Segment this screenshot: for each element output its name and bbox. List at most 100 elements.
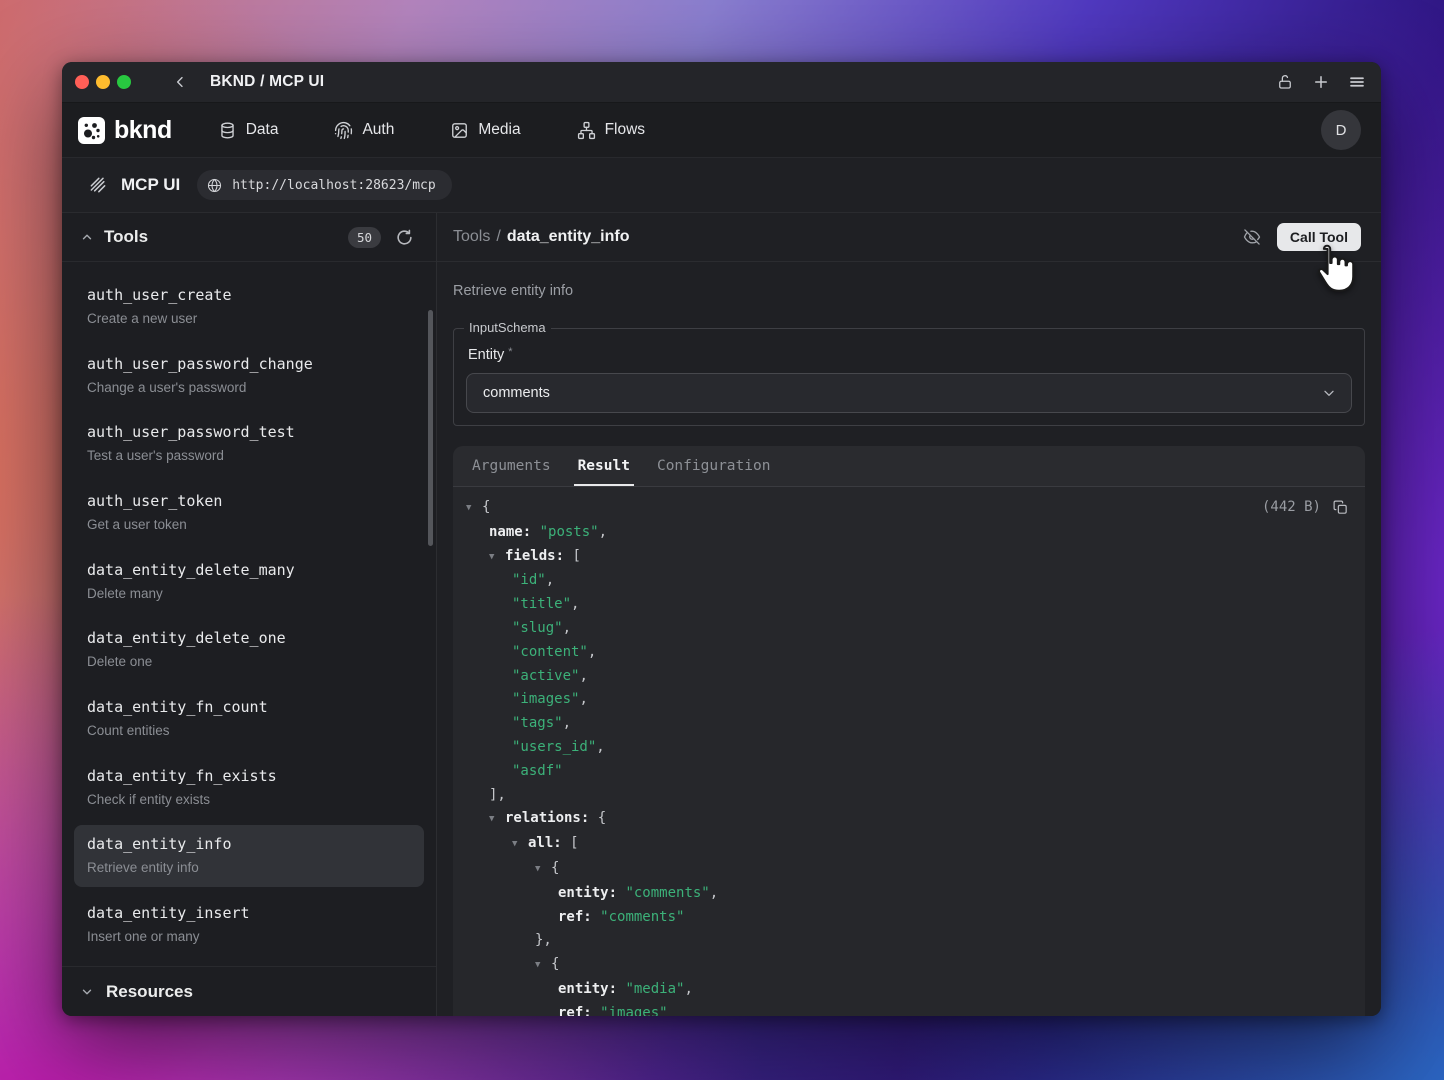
tool-description: Retrieve entity info bbox=[453, 283, 1365, 299]
tab-arguments[interactable]: Arguments bbox=[470, 446, 553, 486]
plus-icon[interactable] bbox=[1312, 73, 1330, 91]
json-string: "title" bbox=[512, 596, 571, 612]
json-punct: , bbox=[563, 715, 571, 731]
collapse-arrow-icon[interactable]: ▼ bbox=[489, 808, 505, 832]
tool-item-data_entity_insert[interactable]: data_entity_insert Insert one or many bbox=[62, 893, 436, 962]
nav-item-media[interactable]: Media bbox=[450, 121, 520, 140]
collapse-arrow-icon[interactable]: ▼ bbox=[535, 858, 551, 882]
result-meta: (442 B) bbox=[1262, 496, 1349, 520]
tool-list: auth_user_create Create a new user auth_… bbox=[62, 262, 436, 966]
json-key: relations: bbox=[505, 810, 589, 826]
tool-name: data_entity_info bbox=[87, 835, 416, 853]
copy-icon[interactable] bbox=[1332, 499, 1349, 516]
json-key: fields: bbox=[505, 548, 564, 564]
tool-item-auth_user_create[interactable]: auth_user_create Create a new user bbox=[62, 275, 436, 344]
server-url-pill[interactable]: http://localhost:28623/mcp bbox=[197, 170, 452, 200]
flow-icon bbox=[577, 121, 596, 140]
tool-item-data_entity_delete_many[interactable]: data_entity_delete_many Delete many bbox=[62, 550, 436, 619]
result-tabs: Arguments Result Configuration bbox=[453, 446, 1365, 487]
result-card: ArgumentsResultConfiguration (442 B) ▼{n… bbox=[453, 446, 1365, 1016]
json-punct: [ bbox=[570, 835, 578, 851]
sidebar-scrollbar[interactable] bbox=[428, 310, 433, 546]
json-punct: , bbox=[599, 524, 607, 540]
sidebar: Tools 50 auth_user_create Create a new u… bbox=[62, 213, 437, 1016]
nav-item-label: Auth bbox=[362, 121, 394, 139]
input-schema-fieldset: InputSchema Entity* comments bbox=[453, 328, 1365, 426]
title-bar: BKND / MCP UI bbox=[62, 62, 1381, 103]
entity-select[interactable]: comments bbox=[466, 373, 1352, 413]
tool-item-data_entity_fn_exists[interactable]: data_entity_fn_exists Check if entity ex… bbox=[62, 756, 436, 825]
tool-item-data_entity_delete_one[interactable]: data_entity_delete_one Delete one bbox=[62, 618, 436, 687]
json-punct: , bbox=[596, 739, 604, 755]
json-line: "images", bbox=[466, 688, 1347, 712]
back-icon[interactable] bbox=[172, 74, 188, 90]
json-string: "id" bbox=[512, 572, 546, 588]
main-body: Retrieve entity info InputSchema Entity*… bbox=[437, 262, 1381, 1016]
required-mark: * bbox=[508, 346, 512, 358]
json-string: "content" bbox=[512, 644, 588, 660]
json-punct: { bbox=[598, 810, 606, 826]
json-line: entity: "comments", bbox=[466, 882, 1347, 906]
json-string: "comments" bbox=[625, 885, 709, 901]
json-line: "tags", bbox=[466, 712, 1347, 736]
json-line: "slug", bbox=[466, 617, 1347, 641]
nav-item-flows[interactable]: Flows bbox=[577, 121, 645, 140]
json-string: "asdf" bbox=[512, 763, 563, 779]
tools-section-header[interactable]: Tools 50 bbox=[62, 213, 436, 262]
menu-icon[interactable] bbox=[1348, 73, 1366, 91]
fingerprint-icon bbox=[334, 121, 353, 140]
tool-item-data_entity_fn_count[interactable]: data_entity_fn_count Count entities bbox=[62, 687, 436, 756]
json-line: ▼relations: { bbox=[466, 807, 1347, 832]
avatar[interactable]: D bbox=[1321, 110, 1361, 150]
call-tool-button[interactable]: Call Tool bbox=[1277, 223, 1361, 251]
json-string: "posts" bbox=[540, 524, 599, 540]
tab-configuration[interactable]: Configuration bbox=[655, 446, 773, 486]
tool-desc: Retrieve entity info bbox=[87, 860, 416, 875]
json-line: ▼{ bbox=[466, 953, 1347, 978]
tab-result[interactable]: Result bbox=[576, 446, 632, 486]
nav-item-auth[interactable]: Auth bbox=[334, 121, 394, 140]
json-key: all: bbox=[528, 835, 562, 851]
breadcrumb-section[interactable]: Tools bbox=[453, 228, 490, 246]
entity-select-value: comments bbox=[483, 385, 550, 401]
eye-off-icon[interactable] bbox=[1242, 227, 1262, 247]
json-string: "images" bbox=[600, 1005, 667, 1016]
result-size-label: (442 B) bbox=[1262, 496, 1321, 520]
tool-item-data_entity_info[interactable]: data_entity_info Retrieve entity info bbox=[74, 825, 424, 887]
json-string: "comments" bbox=[600, 909, 684, 925]
nav-item-data[interactable]: Data bbox=[218, 121, 279, 140]
json-line: entity: "media", bbox=[466, 978, 1347, 1002]
minimize-window-button[interactable] bbox=[96, 75, 110, 89]
tool-desc: Get a user token bbox=[87, 517, 416, 532]
resources-section-header[interactable]: Resources bbox=[62, 966, 436, 1016]
json-string: "tags" bbox=[512, 715, 563, 731]
tool-desc: Change a user's password bbox=[87, 380, 416, 395]
breadcrumb-current: data_entity_info bbox=[507, 228, 630, 246]
json-line: ref: "comments" bbox=[466, 906, 1347, 930]
tool-item-auth_user_token[interactable]: auth_user_token Get a user token bbox=[62, 481, 436, 550]
json-line: ▼{ bbox=[466, 857, 1347, 882]
maximize-window-button[interactable] bbox=[117, 75, 131, 89]
collapse-arrow-icon[interactable]: ▼ bbox=[466, 497, 482, 521]
refresh-icon[interactable] bbox=[395, 228, 414, 247]
tool-name: auth_user_password_change bbox=[87, 355, 416, 373]
lock-open-icon[interactable] bbox=[1276, 73, 1294, 91]
layers-hatch-icon bbox=[88, 175, 108, 195]
tool-name: data_entity_fn_count bbox=[87, 698, 416, 716]
tools-count-badge: 50 bbox=[348, 227, 381, 248]
brand-logo[interactable]: bknd bbox=[78, 116, 172, 145]
tool-desc: Count entities bbox=[87, 723, 416, 738]
header-actions: Call Tool bbox=[1242, 223, 1361, 251]
tool-item-auth_user_password_change[interactable]: auth_user_password_change Change a user'… bbox=[62, 344, 436, 413]
tool-item-auth_user_password_test[interactable]: auth_user_password_test Test a user's pa… bbox=[62, 412, 436, 481]
json-string: "active" bbox=[512, 668, 579, 684]
json-key: ref: bbox=[558, 909, 592, 925]
traffic-lights bbox=[75, 75, 131, 89]
collapse-arrow-icon[interactable]: ▼ bbox=[535, 954, 551, 978]
tool-name: auth_user_create bbox=[87, 286, 416, 304]
json-string: "media" bbox=[625, 981, 684, 997]
close-window-button[interactable] bbox=[75, 75, 89, 89]
collapse-arrow-icon[interactable]: ▼ bbox=[512, 833, 528, 857]
chevron-down-icon bbox=[1321, 385, 1337, 401]
collapse-arrow-icon[interactable]: ▼ bbox=[489, 546, 505, 570]
